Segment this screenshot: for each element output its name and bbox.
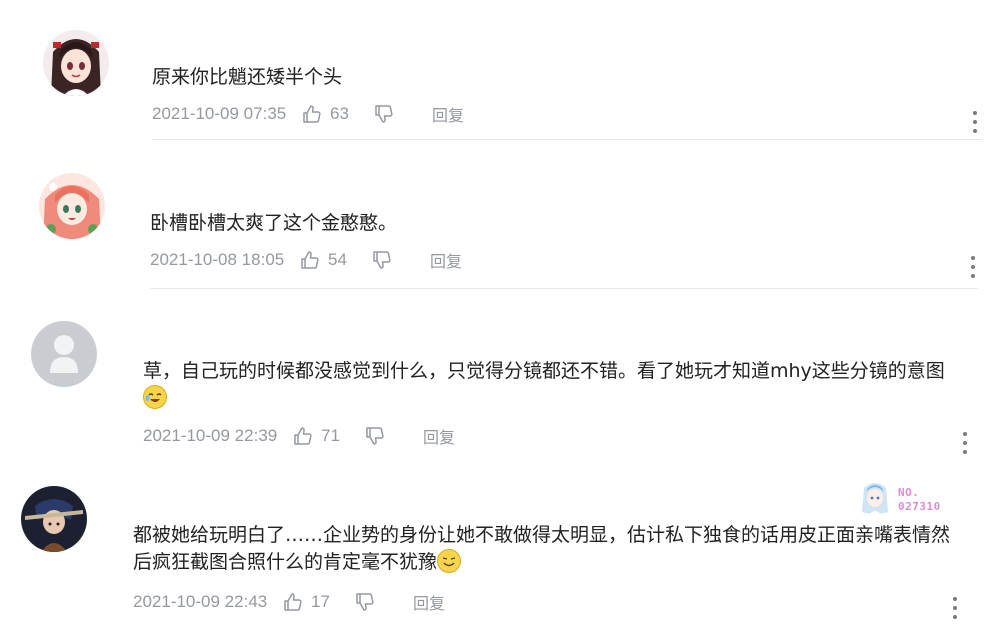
- dislike-button[interactable]: [374, 104, 432, 124]
- like-count: 71: [321, 426, 340, 445]
- comment-meta: 2021-10-08 18:05 54 回复: [150, 248, 462, 272]
- like-button[interactable]: 71: [293, 426, 365, 446]
- comment-text: 原来你比魈还矮半个头: [152, 66, 343, 88]
- comment-date: 2021-10-09 22:39: [143, 426, 278, 445]
- smile-emoji: [437, 549, 462, 573]
- dislike-button[interactable]: [355, 592, 413, 612]
- comment-date: 2021-10-09 07:35: [152, 104, 287, 123]
- avatar[interactable]: [21, 486, 87, 552]
- dark-character-avatar-icon: [21, 486, 87, 552]
- comment-text: 卧槽卧槽太爽了这个金憨憨。: [150, 212, 398, 234]
- thumbs-up-icon: [294, 427, 312, 445]
- more-options-icon[interactable]: [962, 432, 968, 454]
- like-button[interactable]: 54: [300, 250, 372, 270]
- badge-no-label: NO.: [898, 486, 920, 499]
- thumbs-down-icon: [375, 105, 393, 123]
- like-count: 63: [330, 104, 349, 123]
- more-options-icon[interactable]: [972, 111, 978, 133]
- default-user-avatar-icon: [31, 321, 97, 387]
- more-options-icon[interactable]: [952, 597, 958, 619]
- divider: [150, 288, 978, 289]
- comment-text: 都被她给玩明白了……企业势的身份让她不敢做得太明显，估计私下独食的话用皮正面亲嘴…: [133, 524, 951, 573]
- divider: [152, 139, 982, 140]
- thumbs-down-icon: [373, 251, 391, 269]
- avatar[interactable]: [31, 321, 97, 387]
- reply-button[interactable]: 回复: [423, 424, 455, 448]
- reply-button[interactable]: 回复: [430, 248, 462, 272]
- thumbs-up-icon: [303, 105, 321, 123]
- like-count: 17: [311, 592, 330, 611]
- comment-text: 草，自己玩的时候都没感觉到什么，只觉得分镜都还不错。看了她玩才知道mhy这些分镜…: [143, 358, 945, 412]
- dislike-button[interactable]: [372, 250, 430, 270]
- thumbs-down-icon: [366, 427, 384, 445]
- badge-character-icon: [862, 483, 888, 516]
- laugh-cry-emoji: [143, 385, 167, 409]
- avatar[interactable]: [39, 173, 105, 239]
- comment-date: 2021-10-09 22:43: [133, 592, 268, 611]
- comment-date: 2021-10-08 18:05: [150, 250, 285, 269]
- reply-button[interactable]: 回复: [413, 590, 445, 614]
- comment-meta: 2021-10-09 22:39 71 回复: [143, 424, 455, 448]
- like-button[interactable]: 17: [283, 592, 355, 612]
- dislike-button[interactable]: [365, 426, 423, 446]
- thumbs-up-icon: [301, 251, 319, 269]
- badge-number: 027310: [898, 500, 941, 513]
- reply-button[interactable]: 回复: [432, 102, 464, 126]
- thumbs-up-icon: [284, 593, 302, 611]
- user-badge: NO. 027310: [858, 478, 954, 518]
- anime-girl-avatar-icon: [43, 30, 109, 96]
- avatar[interactable]: [43, 30, 109, 96]
- more-options-icon[interactable]: [970, 256, 976, 278]
- anime-girl-pink-hair-avatar-icon: [39, 173, 105, 239]
- like-count: 54: [328, 250, 347, 269]
- like-button[interactable]: 63: [302, 104, 374, 124]
- comment-meta: 2021-10-09 07:35 63 回复: [152, 102, 464, 126]
- comment-meta: 2021-10-09 22:43 17 回复: [133, 590, 445, 614]
- thumbs-down-icon: [356, 593, 374, 611]
